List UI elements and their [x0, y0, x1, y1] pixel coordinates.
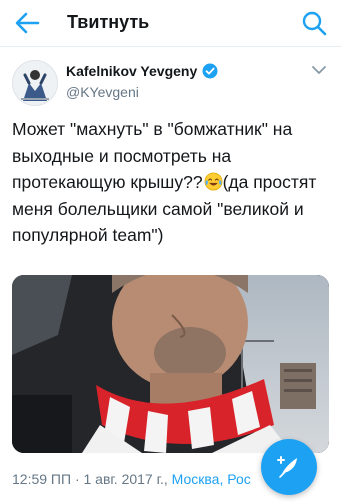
author-avatar[interactable] — [12, 60, 58, 106]
tweet-photo-image — [12, 275, 329, 453]
search-icon[interactable] — [301, 10, 327, 36]
top-app-bar: Твитнуть — [0, 0, 341, 47]
tweet-location-link[interactable]: Москва, Рос — [172, 471, 251, 487]
tweet-meta: 12:59 ПП · 1 авг. 2017 г., Москва, Рос — [12, 471, 251, 487]
verified-badge-icon — [202, 63, 218, 79]
tweet-photo[interactable] — [12, 275, 329, 453]
avatar-image — [13, 61, 57, 105]
tweet-timestamp: 12:59 ПП · 1 авг. 2017 г., — [12, 471, 172, 487]
author-handle[interactable]: @KYevgeni — [66, 84, 139, 100]
face-with-tears-of-joy-icon — [204, 172, 222, 191]
back-arrow-icon[interactable] — [14, 11, 40, 35]
compose-tweet-button[interactable] — [261, 439, 317, 495]
chevron-down-icon[interactable] — [311, 64, 327, 76]
compose-feather-icon — [277, 456, 297, 478]
tweet-text: Может "махнуть" в "бомжатник" на выходны… — [12, 116, 334, 249]
page-title: Твитнуть — [67, 12, 150, 32]
author-name: Kafelnikov Yevgeny — [66, 63, 198, 79]
author-name-row[interactable]: Kafelnikov Yevgeny — [66, 63, 218, 79]
